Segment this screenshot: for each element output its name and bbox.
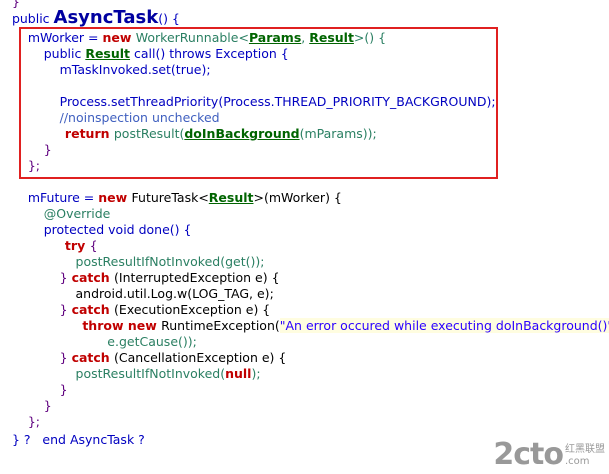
watermark-suffix: .com [565, 456, 590, 467]
code-token: }; [4, 414, 41, 429]
watermark-side-top: 红黑联盟 [565, 444, 605, 455]
code-line: } [4, 382, 68, 398]
code-line: android.util.Log.w(LOG_TAG, e); [4, 286, 274, 302]
watermark-logo: 2cto [493, 437, 564, 472]
code-line: e.getCause()); [4, 334, 197, 350]
code-token: } [4, 350, 72, 365]
code-line: }; [4, 414, 40, 430]
code-token: AsyncTask [53, 7, 159, 28]
code-token: throw new [4, 318, 162, 333]
code-token: catch [71, 270, 115, 285]
code-line: postResultIfNotInvoked(get()); [4, 254, 265, 270]
highlight-box [19, 27, 498, 179]
code-line: try { [4, 238, 98, 254]
code-token: (ExecutionException e) { [114, 302, 271, 317]
code-token: Result [208, 190, 254, 205]
code-token: try [4, 238, 90, 253]
code-line: } ? end AsyncTask ? [4, 432, 145, 448]
code-token: (InterruptedException e) { [114, 270, 280, 285]
code-token: new [98, 190, 132, 205]
code-token: "An error occured while executing doInBa… [279, 318, 609, 333]
code-token: e.getCause()); [4, 334, 197, 349]
code-token: postResultIfNotInvoked(get()); [4, 254, 265, 269]
code-token: null [225, 366, 252, 381]
code-line: } [4, 0, 20, 10]
code-line: } catch (CancellationException e) { [4, 350, 287, 366]
code-token: } [4, 382, 68, 397]
code-token: (CancellationException e) { [114, 350, 287, 365]
watermark-side: 红黑联盟 .com [565, 444, 605, 468]
code-token: { [89, 238, 98, 253]
watermark: 2cto 红黑联盟 .com [493, 437, 605, 472]
code-line: public AsyncTask() { [4, 7, 180, 28]
code-token: } [4, 302, 72, 317]
code-token: protected void done() { [4, 222, 192, 237]
code-token: @Override [4, 206, 111, 221]
code-line: } catch (ExecutionException e) { [4, 302, 271, 318]
code-token: mFuture = [4, 190, 99, 205]
code-token: android.util.Log.w(LOG_TAG, e); [4, 286, 274, 301]
code-line: } [4, 398, 52, 414]
code-line: throw new RuntimeException("An error occ… [4, 318, 609, 334]
code-token: ); [251, 366, 261, 381]
code-token: postResultIfNotInvoked( [4, 366, 226, 381]
code-line: } catch (InterruptedException e) { [4, 270, 280, 286]
code-token: catch [71, 302, 115, 317]
code-line: @Override [4, 206, 111, 222]
code-line: mFuture = new FutureTask<Result>(mWorker… [4, 190, 342, 206]
code-token: } [4, 270, 72, 285]
code-line: postResultIfNotInvoked(null); [4, 366, 261, 382]
code-token: () { [158, 11, 180, 26]
code-token: } [4, 398, 52, 413]
code-token: RuntimeException( [161, 318, 280, 333]
code-token: >(mWorker) { [253, 190, 342, 205]
code-line: protected void done() { [4, 222, 192, 238]
code-token: public [4, 11, 54, 26]
code-token: FutureTask< [131, 190, 209, 205]
code-token: catch [71, 350, 115, 365]
code-token: } [4, 0, 20, 9]
code-token: } ? end AsyncTask ? [4, 432, 145, 447]
